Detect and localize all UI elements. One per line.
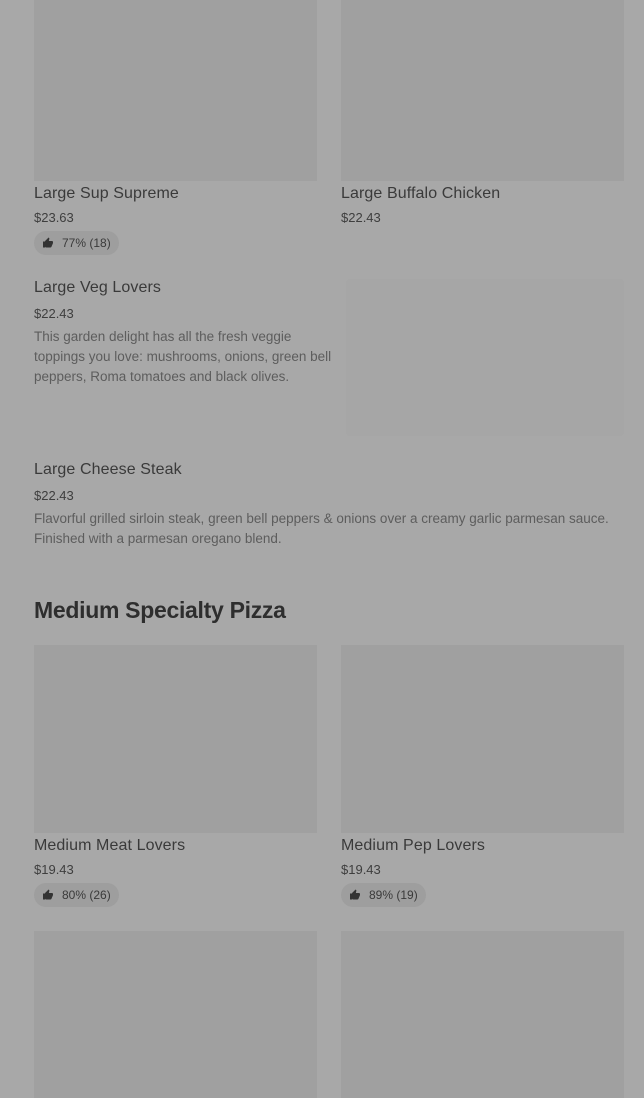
rating-badge: 89% (19): [341, 883, 426, 907]
item-price-medium-pep-lovers: $19.43: [341, 862, 381, 877]
item-description-large-cheese-steak: Flavorful grilled sirloin steak, green b…: [34, 511, 609, 546]
rating-badge: 80% (26): [34, 883, 119, 907]
menu-page: Large Sup Supreme $23.63 77% (18) Large …: [0, 0, 644, 1098]
item-image[interactable]: [34, 931, 317, 1098]
rating-text: 77% (18): [62, 236, 111, 250]
thumbs-up-icon: [350, 889, 360, 900]
section-heading-medium-specialty-pizza: Medium Specialty Pizza: [34, 597, 286, 623]
thumbs-up-icon: [43, 237, 53, 248]
item-price-large-veg-lovers: $22.43: [34, 306, 74, 321]
rating-badge: 77% (18): [34, 231, 119, 255]
item-image-large-veg-lovers[interactable]: [346, 279, 624, 436]
item-description-large-veg-lovers: This garden delight has all the fresh ve…: [34, 329, 332, 384]
item-image-medium-meat-lovers[interactable]: [34, 645, 317, 833]
thumbs-up-icon: [43, 889, 53, 900]
item-price-large-sup-supreme: $23.63: [34, 210, 74, 225]
item-title-large-veg-lovers[interactable]: Large Veg Lovers: [34, 279, 161, 297]
item-image[interactable]: [341, 931, 624, 1098]
item-image-large-sup-supreme[interactable]: [34, 0, 317, 181]
item-title-medium-meat-lovers[interactable]: Medium Meat Lovers: [34, 837, 185, 855]
item-image-medium-pep-lovers[interactable]: [341, 645, 624, 833]
item-title-large-buffalo-chicken[interactable]: Large Buffalo Chicken: [341, 185, 500, 203]
item-title-medium-pep-lovers[interactable]: Medium Pep Lovers: [341, 837, 485, 855]
item-title-large-sup-supreme[interactable]: Large Sup Supreme: [34, 185, 179, 203]
item-image-large-buffalo-chicken[interactable]: [341, 0, 624, 181]
rating-text: 89% (19): [369, 888, 418, 902]
item-price-large-buffalo-chicken: $22.43: [341, 210, 381, 225]
item-title-large-cheese-steak[interactable]: Large Cheese Steak: [34, 461, 182, 479]
item-price-medium-meat-lovers: $19.43: [34, 862, 74, 877]
rating-text: 80% (26): [62, 888, 111, 902]
item-price-large-cheese-steak: $22.43: [34, 488, 74, 503]
